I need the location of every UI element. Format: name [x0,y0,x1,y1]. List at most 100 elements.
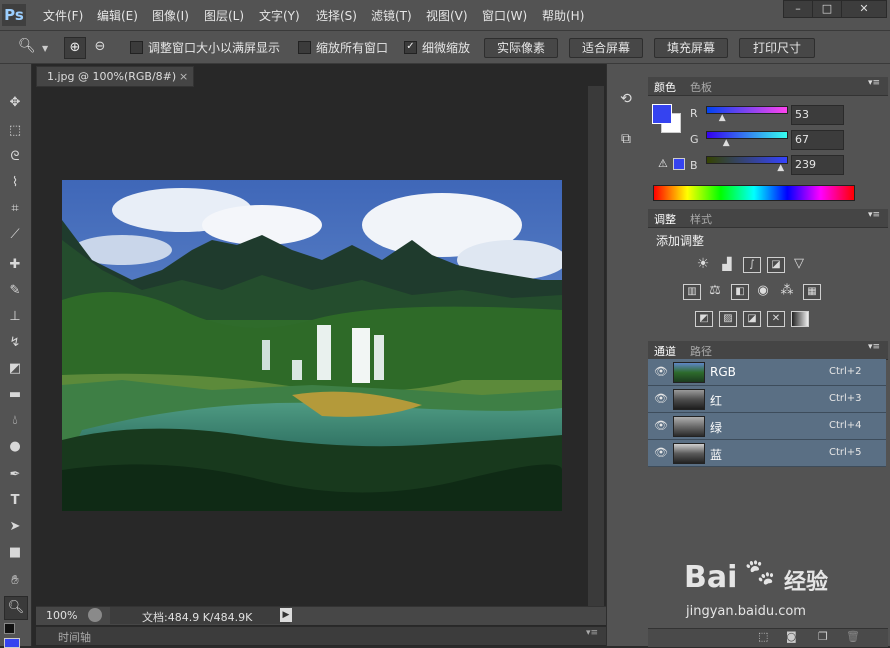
tool-preset-chevron-icon[interactable]: ▼ [42,44,48,53]
color-spectrum-ramp[interactable] [653,185,855,201]
tab-swatches[interactable]: 色板 [690,79,712,95]
exposure-icon[interactable]: ◪ [767,257,785,273]
menu-type[interactable]: 文字(Y) [259,7,300,24]
color-balance-icon[interactable]: ⚖ [707,284,723,298]
foreground-color-swatch[interactable] [4,638,20,648]
tab-styles[interactable]: 样式 [690,211,712,227]
load-selection-icon[interactable]: ⬚ [758,630,768,643]
eyedropper-tool-icon[interactable]: ⟋ [4,224,26,246]
tab-paths[interactable]: 路径 [690,343,712,359]
lasso-tool-icon[interactable]: ᘓ [4,146,26,168]
vibrance-icon[interactable]: ▽ [791,257,807,271]
hue-saturation-icon[interactable]: ▥ [683,284,701,300]
visibility-eye-icon[interactable]: 👁︎ [654,420,668,432]
path-selection-tool-icon[interactable]: ➤ [4,516,26,538]
zoom-out-icon[interactable]: ⊖ [90,37,110,57]
menu-select[interactable]: 选择(S) [316,7,357,24]
menu-layer[interactable]: 图层(L) [204,7,244,24]
move-tool-icon[interactable]: ✥ [4,92,26,114]
channel-row-red[interactable]: 👁︎ 红 Ctrl+3 [648,386,886,413]
tab-close-icon[interactable]: × [179,67,188,86]
zoom-in-icon[interactable]: ⊕ [64,37,86,59]
menu-file[interactable]: 文件(F) [43,7,83,24]
vertical-scrollbar[interactable] [588,86,604,606]
blue-value-input[interactable]: 239 [791,155,844,175]
healing-brush-tool-icon[interactable]: ✚ [4,254,26,276]
timeline-label[interactable]: 时间轴 [58,629,91,645]
status-menu-arrow-icon[interactable]: ▶ [280,608,292,622]
gamut-warning-icon[interactable]: ⚠ [658,157,668,170]
type-tool-icon[interactable]: T [4,490,26,512]
gradient-map-icon[interactable] [791,311,809,327]
tab-color[interactable]: 颜色 [654,79,676,95]
red-slider-thumb[interactable]: ▲ [719,113,726,123]
history-brush-tool-icon[interactable]: ↯ [4,332,26,354]
menu-filter[interactable]: 滤镜(T) [371,7,412,24]
channel-row-rgb[interactable]: 👁︎ RGB Ctrl+2 [648,359,886,386]
print-size-button[interactable]: 打印尺寸 [739,38,815,58]
marquee-tool-icon[interactable]: ⬚ [4,120,26,142]
save-selection-icon[interactable]: ◙ [786,630,797,643]
pen-tool-icon[interactable]: ✒ [4,464,26,486]
new-channel-icon[interactable]: ❐ [818,630,828,643]
resize-windows-checkbox[interactable] [130,41,143,54]
curves-icon[interactable]: ∫ [743,257,761,273]
zoom-tool-icon[interactable]: 🔍︎ [18,38,36,54]
green-value-input[interactable]: 67 [791,130,844,150]
channel-row-blue[interactable]: 👁︎ 蓝 Ctrl+5 [648,440,886,467]
posterize-icon[interactable]: ▨ [719,311,737,327]
zoom-tool-icon[interactable]: 🔍︎ [4,596,28,620]
default-colors-icon[interactable] [4,623,15,634]
menu-view[interactable]: 视图(V) [426,7,468,24]
fill-screen-button[interactable]: 填充屏幕 [654,38,728,58]
adjustments-panel-menu-icon[interactable]: ▾≡ [868,210,880,220]
black-white-icon[interactable]: ◧ [731,284,749,300]
blur-tool-icon[interactable]: 💧︎ [4,410,26,432]
zoom-level[interactable]: 100% [46,609,77,622]
gradient-tool-icon[interactable]: ▬ [4,384,26,406]
invert-icon[interactable]: ◩ [695,311,713,327]
visibility-eye-icon[interactable]: 👁︎ [654,447,668,459]
document-canvas-image[interactable] [62,180,562,511]
hand-tool-icon[interactable]: ✋︎ [4,570,26,592]
gamut-color-swatch[interactable] [673,158,685,170]
blue-slider-thumb[interactable]: ▲ [777,163,784,173]
zoom-all-checkbox[interactable] [298,41,311,54]
timeline-panel[interactable]: 时间轴 ▾≡ [36,626,606,645]
photo-filter-icon[interactable]: ◉ [755,284,771,298]
scrubby-zoom-checkbox[interactable]: ✓ [404,41,417,54]
channel-row-green[interactable]: 👁︎ 绿 Ctrl+4 [648,413,886,440]
brush-tool-icon[interactable]: ✎ [4,280,26,302]
tab-channels[interactable]: 通道 [654,343,676,359]
channels-panel-menu-icon[interactable]: ▾≡ [868,342,880,352]
close-button[interactable]: ✕ [841,0,887,18]
eraser-tool-icon[interactable]: ◩ [4,358,26,380]
clone-stamp-tool-icon[interactable]: ⊥ [4,306,26,328]
tab-adjustments[interactable]: 调整 [654,211,676,227]
selective-color-icon[interactable]: ✕ [767,311,785,327]
visibility-eye-icon[interactable]: 👁︎ [654,393,668,405]
green-slider[interactable] [706,131,788,139]
blue-slider[interactable] [706,156,788,164]
color-panel-menu-icon[interactable]: ▾≡ [868,78,880,88]
status-info-icon[interactable] [88,608,102,622]
rectangle-tool-icon[interactable]: ■ [4,542,26,564]
threshold-icon[interactable]: ◪ [743,311,761,327]
brightness-contrast-icon[interactable]: ☀ [695,257,711,271]
actual-pixels-button[interactable]: 实际像素 [484,38,558,58]
menu-edit[interactable]: 编辑(E) [97,7,138,24]
menu-image[interactable]: 图像(I) [152,7,189,24]
maximize-button[interactable]: □ [812,0,842,18]
foreground-color-swatch-panel[interactable] [652,104,672,124]
properties-panel-icon[interactable]: ⧉ [615,128,637,150]
green-slider-thumb[interactable]: ▲ [723,138,730,148]
red-value-input[interactable]: 53 [791,105,844,125]
dodge-tool-icon[interactable]: ● [4,436,26,458]
history-panel-icon[interactable]: ⟲ [615,88,637,110]
timeline-menu-icon[interactable]: ▾≡ [586,628,598,638]
color-lookup-icon[interactable]: ▦ [803,284,821,300]
visibility-eye-icon[interactable]: 👁︎ [654,366,668,378]
menu-window[interactable]: 窗口(W) [482,7,527,24]
crop-tool-icon[interactable]: ⌗ [4,198,26,220]
menu-help[interactable]: 帮助(H) [542,7,584,24]
